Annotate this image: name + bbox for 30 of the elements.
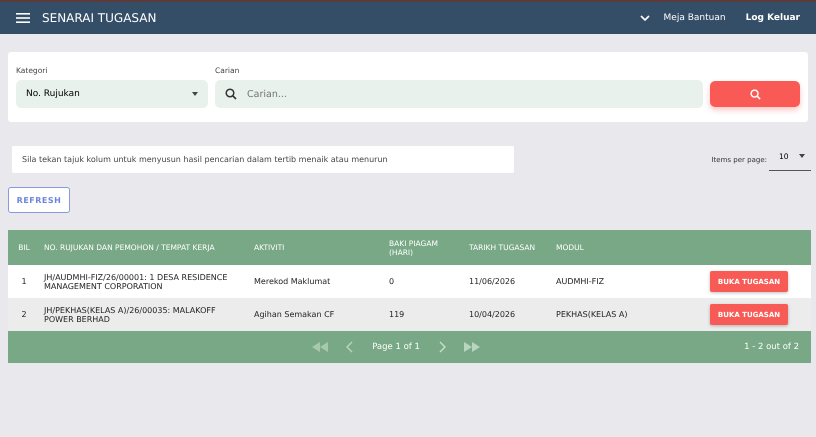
table-cell-text: 2 — [20, 310, 28, 319]
table-cell-text: AUDMHI-FIZ — [555, 277, 606, 286]
header-link[interactable]: Log Keluar — [746, 13, 800, 23]
search-icon — [225, 88, 237, 100]
search-field[interactable]: Carian... — [215, 80, 703, 108]
menu-icon[interactable] — [16, 13, 30, 23]
next-page-icon[interactable] — [438, 341, 446, 353]
page-indicator: Page 1 of 1 — [372, 342, 420, 352]
table-cell-text: JH/AUDMHI-FIZ/26/00001: 1 DESA RESIDENCE MANAGEMENT CORPORATION — [42, 272, 228, 290]
last-page-icon[interactable] — [464, 342, 480, 352]
category-select[interactable]: No. Rujukan — [16, 80, 208, 108]
search-icon — [750, 88, 760, 100]
header-link[interactable]: Meja Bantuan — [664, 13, 726, 23]
table-cell-text: 119 — [388, 310, 406, 319]
first-page-icon[interactable] — [312, 342, 328, 352]
table-cell-text: Agihan Semakan CF — [253, 310, 336, 319]
result-range: 1 - 2 out of 2 — [744, 342, 799, 352]
table-cell-text: Merekod Maklumat — [253, 277, 332, 286]
info-notice: Sila tekan tajuk kolum untuk menyusun hasil pencarian dalam tertib menaik atau menurun — [12, 146, 514, 173]
table-cell-text: PEKHAS(KELAS A) — [555, 310, 628, 319]
table-cell-text: 10/04/2026 — [468, 310, 516, 319]
table-cell-text: 11/06/2026 — [468, 277, 516, 286]
previous-page-icon[interactable] — [346, 341, 354, 353]
table-cell-text: 1 — [20, 277, 28, 286]
table-cell-text: JH/PEKHAS(KELAS A)/26/00035: MALAKOFF POWER BERHAD — [42, 306, 217, 324]
page-title: SENARAI TUGASAN — [42, 11, 156, 25]
refresh-button[interactable]: REFRESH — [8, 187, 70, 213]
chevron-down-icon[interactable] — [640, 15, 650, 21]
table-cell-text: 0 — [388, 277, 396, 286]
search-button[interactable] — [710, 81, 800, 107]
